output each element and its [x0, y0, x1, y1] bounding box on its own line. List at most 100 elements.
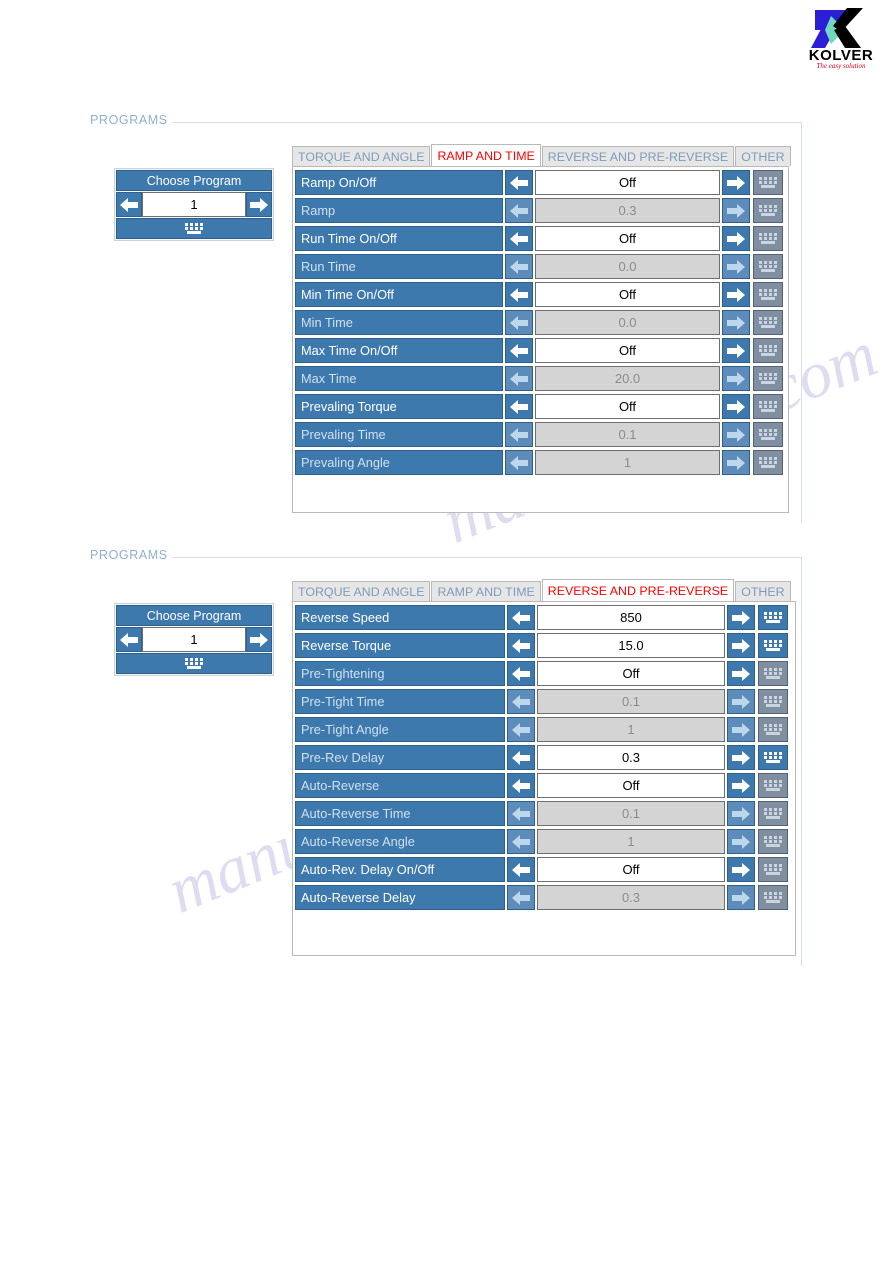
decrement-button[interactable] — [505, 450, 533, 475]
increment-button[interactable] — [722, 394, 750, 419]
decrement-button[interactable] — [507, 801, 535, 826]
row-keyboard-button[interactable] — [753, 282, 783, 307]
row-keyboard-button[interactable] — [753, 198, 783, 223]
row-keyboard-button[interactable] — [753, 170, 783, 195]
increment-button[interactable] — [722, 282, 750, 307]
decrement-button[interactable] — [507, 717, 535, 742]
row-keyboard-button[interactable] — [753, 422, 783, 447]
increment-button[interactable] — [727, 801, 755, 826]
decrement-button[interactable] — [505, 338, 533, 363]
tab-ramp-and-time[interactable]: RAMP AND TIME — [431, 144, 541, 166]
row-keyboard-button[interactable] — [753, 394, 783, 419]
decrement-button[interactable] — [505, 170, 533, 195]
row-value[interactable]: 20.0 — [535, 366, 720, 391]
row-value[interactable]: 0.3 — [537, 885, 725, 910]
increment-button[interactable] — [722, 366, 750, 391]
row-value[interactable]: 0.3 — [537, 745, 725, 770]
row-value[interactable]: 0.1 — [537, 689, 725, 714]
program-prev-button-2[interactable] — [116, 627, 142, 652]
row-keyboard-button[interactable] — [758, 829, 788, 854]
increment-button[interactable] — [722, 226, 750, 251]
row-value[interactable]: 0.0 — [535, 254, 720, 279]
program-number-field-2[interactable]: 1 — [142, 627, 246, 652]
row-keyboard-button[interactable] — [758, 857, 788, 882]
row-value[interactable]: Off — [537, 661, 725, 686]
row-value[interactable]: Off — [535, 170, 720, 195]
tab-reverse-and-pre-reverse[interactable]: REVERSE AND PRE-REVERSE — [541, 579, 735, 601]
row-value[interactable]: 0.3 — [535, 198, 720, 223]
tab-other[interactable]: OTHER — [735, 146, 791, 166]
decrement-button[interactable] — [507, 885, 535, 910]
decrement-button[interactable] — [507, 633, 535, 658]
row-value[interactable]: 1 — [537, 829, 725, 854]
row-value[interactable]: 15.0 — [537, 633, 725, 658]
increment-button[interactable] — [722, 338, 750, 363]
decrement-button[interactable] — [505, 310, 533, 335]
row-value[interactable]: Off — [535, 282, 720, 307]
row-keyboard-button[interactable] — [758, 689, 788, 714]
decrement-button[interactable] — [505, 422, 533, 447]
increment-button[interactable] — [722, 310, 750, 335]
row-keyboard-button[interactable] — [753, 366, 783, 391]
program-next-button-2[interactable] — [246, 627, 272, 652]
increment-button[interactable] — [727, 885, 755, 910]
row-value[interactable]: 1 — [537, 717, 725, 742]
row-value[interactable]: 850 — [537, 605, 725, 630]
decrement-button[interactable] — [505, 282, 533, 307]
row-keyboard-button[interactable] — [753, 254, 783, 279]
program-keyboard-button-1[interactable] — [116, 218, 272, 239]
row-value[interactable]: Off — [535, 226, 720, 251]
row-value[interactable]: Off — [537, 773, 725, 798]
increment-button[interactable] — [722, 198, 750, 223]
row-keyboard-button[interactable] — [758, 801, 788, 826]
tab-other[interactable]: OTHER — [735, 581, 791, 601]
row-value[interactable]: 0.0 — [535, 310, 720, 335]
row-value[interactable]: Off — [535, 338, 720, 363]
increment-button[interactable] — [727, 829, 755, 854]
increment-button[interactable] — [722, 170, 750, 195]
row-value[interactable]: 0.1 — [537, 801, 725, 826]
program-prev-button-1[interactable] — [116, 192, 142, 217]
row-keyboard-button[interactable] — [758, 717, 788, 742]
decrement-button[interactable] — [507, 857, 535, 882]
row-keyboard-button[interactable] — [758, 773, 788, 798]
program-number-field-1[interactable]: 1 — [142, 192, 246, 217]
row-keyboard-button[interactable] — [753, 450, 783, 475]
decrement-button[interactable] — [505, 394, 533, 419]
tab-torque-and-angle[interactable]: TORQUE AND ANGLE — [292, 146, 431, 166]
decrement-button[interactable] — [507, 661, 535, 686]
increment-button[interactable] — [722, 254, 750, 279]
increment-button[interactable] — [722, 422, 750, 447]
row-keyboard-button[interactable] — [758, 661, 788, 686]
increment-button[interactable] — [727, 689, 755, 714]
program-keyboard-button-2[interactable] — [116, 653, 272, 674]
decrement-button[interactable] — [505, 254, 533, 279]
row-keyboard-button[interactable] — [758, 633, 788, 658]
increment-button[interactable] — [727, 745, 755, 770]
row-keyboard-button[interactable] — [758, 745, 788, 770]
row-keyboard-button[interactable] — [758, 885, 788, 910]
decrement-button[interactable] — [505, 198, 533, 223]
decrement-button[interactable] — [507, 829, 535, 854]
row-value[interactable]: Off — [537, 857, 725, 882]
row-keyboard-button[interactable] — [758, 605, 788, 630]
increment-button[interactable] — [727, 605, 755, 630]
increment-button[interactable] — [727, 717, 755, 742]
increment-button[interactable] — [722, 450, 750, 475]
program-next-button-1[interactable] — [246, 192, 272, 217]
row-value[interactable]: Off — [535, 394, 720, 419]
decrement-button[interactable] — [507, 605, 535, 630]
decrement-button[interactable] — [505, 226, 533, 251]
increment-button[interactable] — [727, 773, 755, 798]
row-value[interactable]: 0.1 — [535, 422, 720, 447]
row-value[interactable]: 1 — [535, 450, 720, 475]
row-keyboard-button[interactable] — [753, 338, 783, 363]
increment-button[interactable] — [727, 633, 755, 658]
decrement-button[interactable] — [507, 745, 535, 770]
decrement-button[interactable] — [505, 366, 533, 391]
tab-ramp-and-time[interactable]: RAMP AND TIME — [431, 581, 541, 601]
increment-button[interactable] — [727, 661, 755, 686]
tab-torque-and-angle[interactable]: TORQUE AND ANGLE — [292, 581, 431, 601]
decrement-button[interactable] — [507, 773, 535, 798]
increment-button[interactable] — [727, 857, 755, 882]
